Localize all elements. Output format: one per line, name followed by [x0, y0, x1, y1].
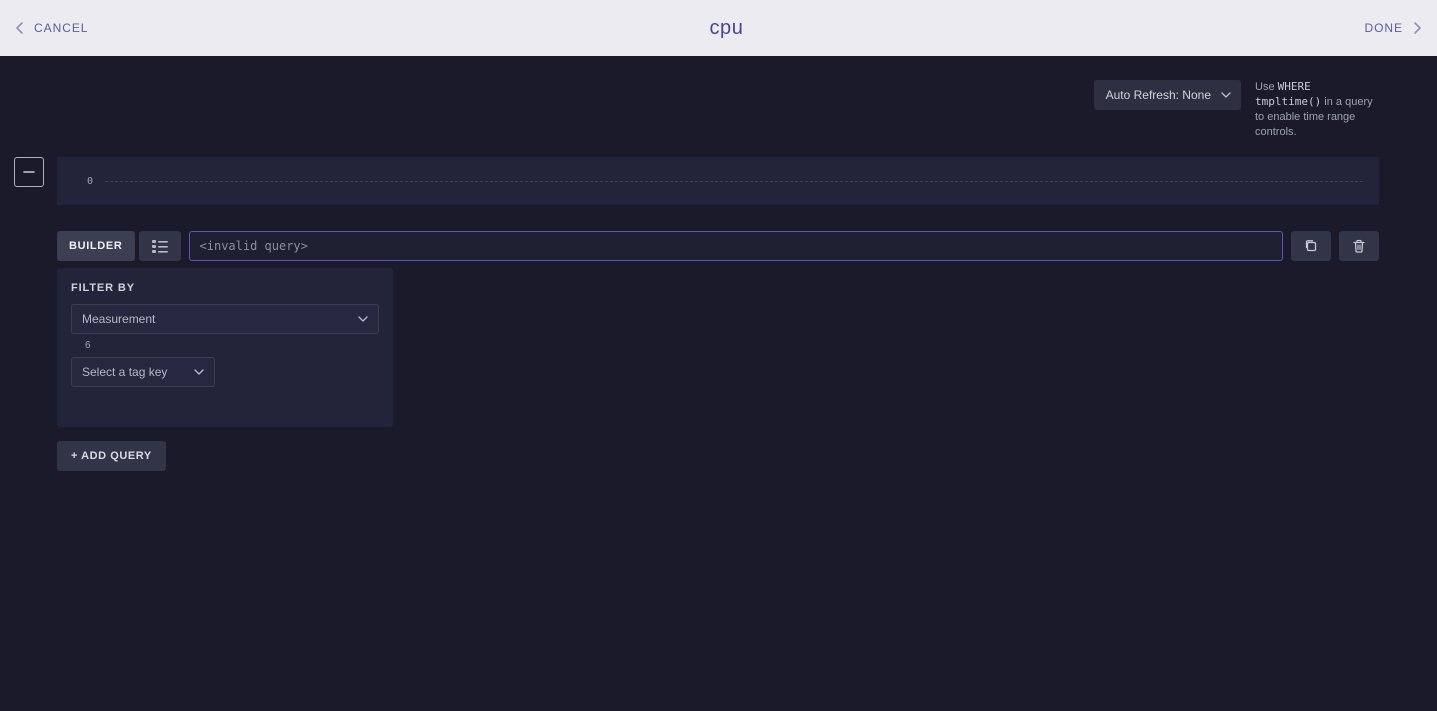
add-query-button[interactable]: + ADD QUERY	[57, 441, 166, 471]
top-bar: CANCEL cpu DONE	[0, 0, 1437, 56]
minus-icon	[23, 166, 35, 178]
controls-row: Auto Refresh: None Use WHERE tmpltime() …	[0, 56, 1437, 157]
view-mode-group: BUILDER	[57, 231, 181, 261]
cancel-button[interactable]: CANCEL	[12, 20, 88, 36]
query-header: BUILDER	[57, 231, 1379, 261]
page-title: cpu	[709, 17, 743, 40]
done-label: DONE	[1364, 21, 1403, 35]
done-button[interactable]: DONE	[1364, 20, 1425, 36]
builder-tab[interactable]: BUILDER	[57, 231, 135, 261]
chevron-down-icon	[1221, 90, 1231, 100]
copy-icon	[1304, 239, 1318, 253]
builder-tab-label: BUILDER	[69, 240, 123, 252]
chart-panel: 0	[57, 157, 1379, 205]
trash-icon	[1352, 239, 1366, 253]
hint-prefix: Use	[1255, 81, 1275, 93]
query-area: BUILDER	[0, 231, 1437, 471]
query-input[interactable]	[200, 239, 1272, 253]
chevron-right-icon	[1409, 20, 1425, 36]
chart-baseline	[105, 181, 1363, 182]
tag-key-select-label: Select a tag key	[82, 365, 167, 379]
query-input-container[interactable]	[189, 231, 1283, 261]
chevron-left-icon	[12, 20, 28, 36]
filter-card: FILTER BY Measurement 6 Select a tag key	[57, 268, 393, 427]
raw-view-tab[interactable]	[139, 231, 181, 261]
cancel-label: CANCEL	[34, 21, 88, 35]
auto-refresh-label: Auto Refresh: None	[1106, 88, 1211, 102]
panel-row: 0	[0, 157, 1437, 205]
time-range-hint: Use WHERE tmpltime() in a query to enabl…	[1255, 80, 1379, 139]
delete-query-button[interactable]	[1339, 231, 1379, 261]
measurement-select-label: Measurement	[82, 312, 155, 326]
auto-refresh-dropdown[interactable]: Auto Refresh: None	[1094, 80, 1241, 110]
filter-title: FILTER BY	[71, 282, 379, 294]
list-icon	[152, 239, 168, 253]
chevron-down-icon	[358, 314, 368, 324]
tag-key-select[interactable]: Select a tag key	[71, 357, 215, 387]
measurement-count: 6	[71, 334, 379, 357]
panel-collapse-button[interactable]	[14, 157, 44, 187]
chevron-down-icon	[194, 367, 204, 377]
copy-query-button[interactable]	[1291, 231, 1331, 261]
measurement-select[interactable]: Measurement	[71, 304, 379, 334]
add-query-label: + ADD QUERY	[71, 450, 152, 462]
chart-y-tick: 0	[87, 176, 93, 187]
